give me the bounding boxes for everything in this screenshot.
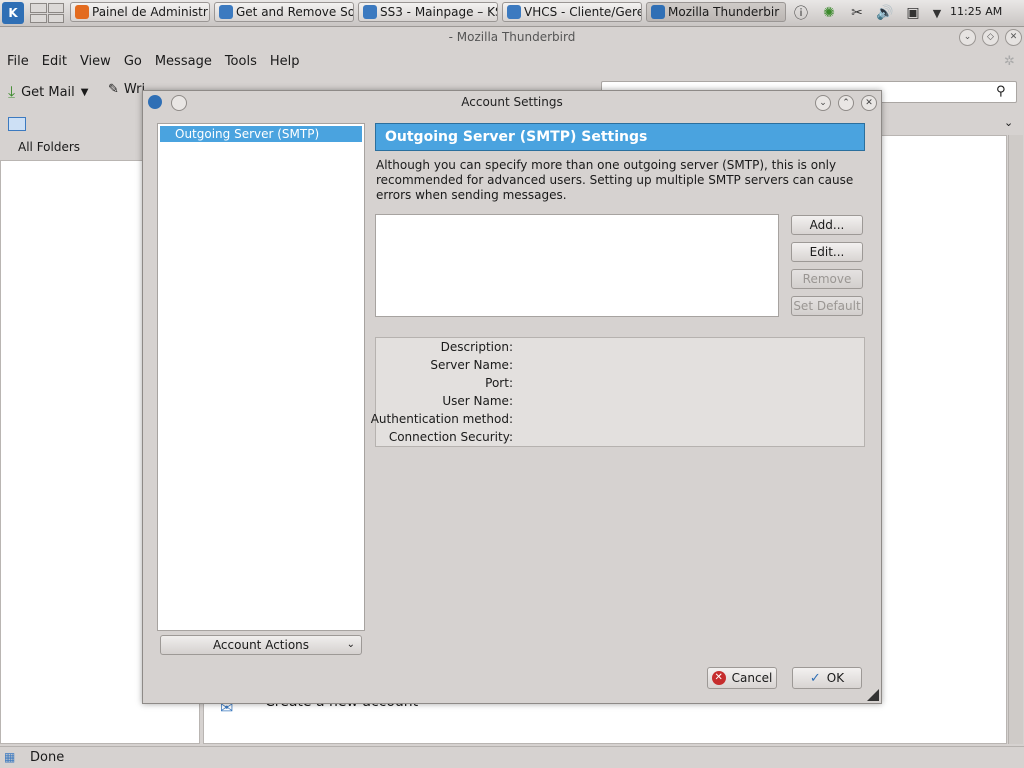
account-settings-dialog: Account Settings ⌄ ⌃ ✕ Outgoing Server (… [142, 90, 882, 704]
task-ss3-mainpage[interactable]: SS3 - Mainpage – KS [358, 2, 498, 22]
detail-description-label: Description: [440, 340, 513, 354]
maximize-button[interactable]: ◇ [982, 29, 999, 46]
ok-label: OK [826, 671, 845, 685]
smtp-description: Although you can specify more than one o… [376, 158, 854, 202]
dialog-title: Account Settings [461, 95, 563, 109]
folder-icon[interactable] [8, 117, 26, 131]
browser-icon [219, 5, 233, 19]
scissors-icon[interactable]: ✂ [846, 3, 868, 23]
status-text: Done [30, 750, 65, 765]
minimize-button[interactable]: ⌄ [815, 95, 831, 111]
detail-connection-security-label: Connection Security: [388, 430, 513, 444]
account-actions-button[interactable]: Account Actions ⌄ [160, 635, 362, 655]
edit-button[interactable]: Edit... [791, 242, 863, 262]
info-icon[interactable]: ⓘ [790, 3, 812, 23]
task-label: SS3 - Mainpage – KS [380, 5, 498, 19]
check-icon: ✓ [809, 670, 821, 686]
resize-grip-icon[interactable] [867, 689, 879, 701]
menu-file[interactable]: File [7, 54, 29, 69]
browser-icon [507, 5, 521, 19]
task-label: Mozilla Thunderbir [668, 5, 780, 19]
scrollbar[interactable] [1008, 135, 1023, 744]
desktop-1[interactable] [30, 3, 47, 13]
desktop-4[interactable] [47, 13, 64, 23]
desktop-2[interactable] [47, 3, 64, 13]
menu-edit[interactable]: Edit [42, 54, 67, 69]
chevron-down-icon: ⌄ [346, 639, 355, 650]
task-vhcs[interactable]: VHCS - Cliente/Gere [502, 2, 642, 22]
minimize-button[interactable]: ⌄ [959, 29, 976, 46]
write-icon: ✎ [108, 82, 119, 97]
maximize-button[interactable]: ⌃ [838, 95, 854, 111]
clock[interactable]: 11:25 AM [950, 5, 1002, 18]
menu-help[interactable]: Help [270, 54, 300, 69]
task-label: VHCS - Cliente/Gere [524, 5, 642, 19]
status-bar: Done [0, 746, 1024, 768]
menu-tools[interactable]: Tools [225, 54, 257, 69]
detail-server-name-label: Server Name: [430, 358, 513, 372]
menu-go[interactable]: Go [124, 54, 142, 69]
offline-status-icon[interactable]: ▦ [4, 750, 15, 764]
get-mail-label: Get Mail [21, 84, 75, 100]
kde-menu-icon[interactable]: K [2, 2, 24, 24]
account-tree-item-smtp[interactable]: Outgoing Server (SMTP) [160, 126, 362, 142]
menu-bar: File Edit View Go Message Tools Help [0, 50, 1024, 72]
network-icon[interactable]: ▣ [902, 3, 924, 23]
add-button[interactable]: Add... [791, 215, 863, 235]
close-button[interactable]: ✕ [861, 95, 877, 111]
account-actions-label: Account Actions [212, 638, 310, 652]
ok-button[interactable]: ✓ OK [792, 667, 862, 689]
desktop-3[interactable] [30, 13, 47, 23]
menu-message[interactable]: Message [155, 54, 212, 69]
cancel-icon: ✕ [711, 671, 726, 685]
menu-view[interactable]: View [80, 54, 111, 69]
chevron-down-icon[interactable]: ▼ [81, 87, 89, 98]
detail-auth-method-label: Authentication method: [370, 412, 513, 426]
task-thunderbird[interactable]: Mozilla Thunderbir [646, 2, 786, 22]
detail-port-label: Port: [485, 376, 513, 390]
folder-pane-header[interactable]: All Folders [18, 140, 80, 154]
task-label: Painel de Administr [92, 5, 208, 19]
thunderbird-icon [651, 5, 665, 19]
close-button[interactable]: ✕ [1005, 29, 1022, 46]
cancel-button[interactable]: ✕ Cancel [707, 667, 777, 689]
page-title: Outgoing Server (SMTP) Settings [375, 123, 865, 151]
write-button[interactable]: ✎ Wri [108, 82, 145, 97]
window-title: - Mozilla Thunderbird [0, 27, 1024, 47]
get-mail-icon: ⤓ [8, 82, 16, 101]
cancel-label: Cancel [731, 671, 773, 685]
chevron-down-icon[interactable]: ⌄ [1004, 116, 1013, 129]
volume-icon[interactable]: 🔊 [874, 3, 896, 23]
task-get-and-remove[interactable]: Get and Remove So [214, 2, 354, 22]
task-label: Get and Remove So [236, 5, 354, 19]
smtp-details-box: Description: Server Name: Port: User Nam… [371, 337, 865, 447]
get-mail-button[interactable]: ⤓ Get Mail ▼ [8, 80, 89, 104]
browser-icon [363, 5, 377, 19]
desktop-pager[interactable] [30, 3, 64, 23]
account-tree[interactable]: Outgoing Server (SMTP) [157, 123, 365, 631]
activity-throbber-icon: ✲ [1004, 54, 1015, 69]
tray-expand-icon[interactable]: ▼ [928, 3, 946, 23]
task-firefox-painel[interactable]: Painel de Administr [70, 2, 210, 22]
remove-button[interactable]: Remove [791, 269, 863, 289]
set-default-button[interactable]: Set Default [791, 296, 863, 316]
firefox-icon [75, 5, 89, 19]
update-notifier-icon[interactable]: ✺ [818, 3, 840, 23]
smtp-server-list[interactable] [375, 214, 779, 317]
search-binoculars-icon[interactable]: ⚲ [996, 84, 1006, 99]
detail-user-name-label: User Name: [442, 394, 513, 408]
